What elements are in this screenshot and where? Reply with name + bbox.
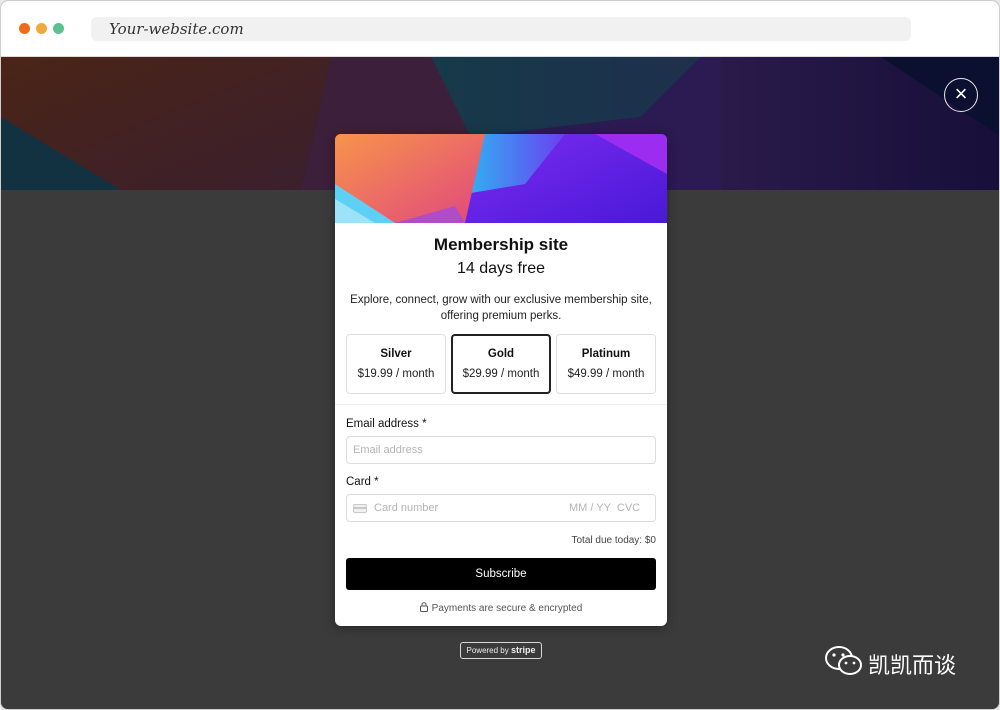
plan-option-gold[interactable]: Gold $29.99 / month <box>451 334 551 394</box>
close-window-dot[interactable] <box>19 23 30 34</box>
modal-description: Explore, connect, grow with our exclusiv… <box>350 294 652 322</box>
close-icon: × <box>954 81 968 106</box>
powered-by-stripe-badge[interactable]: Powered by stripe <box>460 642 542 659</box>
email-label: Email address * <box>346 418 427 430</box>
plan-price: $49.99 / month <box>567 368 645 380</box>
plan-price: $19.99 / month <box>357 368 435 380</box>
plan-option-platinum[interactable]: Platinum $49.99 / month <box>556 334 656 394</box>
checkout-modal: Membership site 14 days free Explore, co… <box>335 134 667 626</box>
email-placeholder: Email address <box>353 444 423 456</box>
watermark-text: 凯凯而谈 <box>868 654 957 679</box>
plan-selector: Silver $19.99 / month Gold $29.99 / mont… <box>346 334 656 394</box>
browser-chrome: Your-website.com <box>1 1 999 57</box>
card-number-placeholder: Card number <box>374 502 439 514</box>
plan-price: $29.99 / month <box>462 368 540 380</box>
required-mark: * <box>374 476 379 488</box>
credit-card-icon <box>353 504 367 513</box>
browser-window: Your-website.com × Membership site 14 da… <box>0 0 1000 710</box>
minimize-window-dot[interactable] <box>36 23 47 34</box>
modal-subtitle: 14 days free <box>456 260 546 277</box>
secure-note-text: Payments are secure & encrypted <box>431 603 583 614</box>
card-expiry-cvc-placeholder: MM / YY CVC <box>569 502 641 514</box>
plan-name: Platinum <box>581 348 631 360</box>
required-mark: * <box>422 418 427 430</box>
watermark: 凯凯而谈 <box>824 645 956 679</box>
plan-name: Gold <box>487 348 515 360</box>
secure-note: Payments are secure & encrypted <box>335 602 667 614</box>
email-field[interactable]: Email address <box>346 436 656 464</box>
email-label-text: Email address <box>346 418 419 430</box>
modal-artwork <box>335 134 667 223</box>
powered-by-brand: stripe <box>510 645 536 655</box>
wechat-icon <box>825 646 862 675</box>
address-bar-text: Your-website.com <box>109 20 244 38</box>
page-viewport: × Membership site 14 days free Explore, … <box>1 57 999 709</box>
subscribe-button[interactable]: Subscribe <box>346 558 656 590</box>
card-label: Card * <box>346 476 379 488</box>
card-field[interactable]: Card number MM / YY CVC <box>346 494 656 522</box>
section-divider <box>335 404 667 405</box>
modal-header-image <box>335 134 667 223</box>
address-bar[interactable]: Your-website.com <box>91 17 911 41</box>
plan-option-silver[interactable]: Silver $19.99 / month <box>346 334 446 394</box>
plan-name: Silver <box>380 348 412 360</box>
card-label-text: Card <box>346 476 371 488</box>
maximize-window-dot[interactable] <box>53 23 64 34</box>
total-due: Total due today: $0 <box>571 535 656 546</box>
lock-icon <box>419 602 428 612</box>
powered-by-prefix: Powered by <box>466 646 509 655</box>
close-modal-button[interactable]: × <box>944 78 978 112</box>
modal-title: Membership site <box>433 235 569 254</box>
